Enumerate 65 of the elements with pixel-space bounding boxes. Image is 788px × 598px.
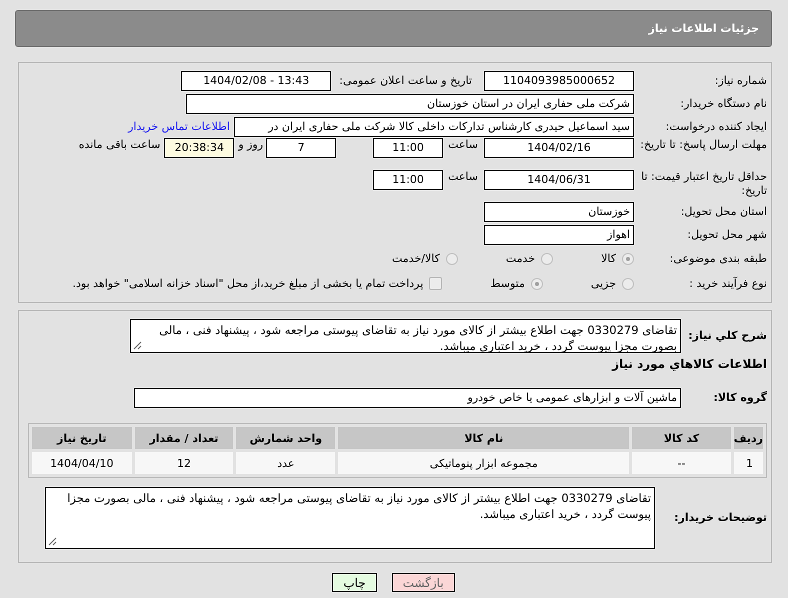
column-header: نام کالا: [338, 427, 630, 449]
table-cell: 1: [734, 452, 763, 474]
validity-time-field: 11:00: [373, 170, 444, 190]
requester-field: سید اسماعیل حیدری کارشناس تدارکات داخلی کالا شرکت ملی حفاری ایران در: [234, 116, 634, 136]
field-label: گروه کالا:: [712, 391, 767, 405]
field-label: ساعت باقی مانده: [78, 138, 160, 151]
table-cell: 12: [134, 452, 234, 474]
field-label: ساعت: [448, 170, 478, 183]
description-text: تقاضای 0330279 جهت اطلاع بیشتر از کالای مورد نیاز به تقاضای پیوستی مراجعه شود ، پیشنهاد فنی ، مالی بصورت مجزا پیوست گردد ، خرید اعتباری میباشد.: [159, 323, 677, 353]
radio-button[interactable]: [622, 252, 634, 264]
field-label: شماره نیاز:: [714, 74, 767, 88]
table-cell: 1404/04/10: [32, 452, 132, 474]
field-label: شهر محل تحویل:: [686, 228, 767, 242]
column-header: کد کالا: [632, 427, 731, 449]
print-button[interactable]: چاپ: [332, 573, 377, 592]
table-cell: عدد: [236, 452, 336, 474]
checkbox[interactable]: [429, 277, 442, 290]
table-cell: مجموعه ابزار پنوماتیکی: [338, 452, 630, 474]
field-label: ساعت: [448, 138, 478, 151]
field-label: ایجاد کننده درخواست:: [664, 120, 767, 134]
radio-button[interactable]: [530, 278, 543, 290]
resize-grip-icon[interactable]: [133, 341, 142, 350]
buyer-notes-field[interactable]: تقاضای 0330279 جهت اطلاع بیشتر از کالای مورد نیاز به تقاضای پیوستی مراجعه شود ، پیشنهاد فنی ، مالی بصورت مجزا پیوست گردد ، خرید اعتباری میباشد.: [45, 487, 655, 549]
column-header: تعداد / مقدار: [134, 427, 234, 449]
option-label: جزیی: [590, 277, 616, 290]
city-field: اهواز: [484, 224, 634, 244]
field-label: توضیحات خریدار:: [673, 511, 767, 525]
field-label: طبقه بندی موضوعی:: [668, 252, 767, 266]
option-label: کالا: [601, 252, 616, 265]
column-header: ردیف: [734, 427, 763, 449]
field-label: استان محل تحویل:: [680, 204, 767, 218]
buyer-org-field: شرکت ملی حفاری ایران در استان خوزستان: [186, 94, 634, 114]
goods-group-field: ماشین آلات و ابزارهای عمومی یا خاص خودرو: [134, 388, 681, 408]
option-label: کالا/خدمت: [392, 252, 440, 265]
deadline-time-field: 11:00: [373, 138, 444, 158]
days-field: 7: [266, 138, 336, 158]
field-label: حداقل تاریخ اعتبار قیمت: تا تاریخ:: [640, 170, 767, 198]
section-heading: اطلاعات كالاهاي مورد نياز: [610, 357, 767, 371]
column-header: واحد شمارش: [236, 427, 336, 449]
radio-button[interactable]: [622, 278, 634, 290]
buyer-notes-text: تقاضای 0330279 جهت اطلاع بیشتر از کالای مورد نیاز به تقاضای پیوستی مراجعه شود ، پیشنهاد فنی ، مالی بصورت مجزا پیوست گردد ، خرید اعتباری میباشد.: [67, 491, 651, 521]
field-label: تاریخ و ساعت اعلان عمومی:: [339, 74, 472, 87]
need-number-field: 1104093985000652: [484, 70, 634, 90]
announce-date-field: 1404/02/08 - 13:43: [181, 70, 332, 90]
option-label: خدمت: [506, 252, 536, 265]
radio-button[interactable]: [446, 252, 458, 264]
remaining-time-field: 20:38:34: [164, 138, 234, 158]
description-field[interactable]: تقاضای 0330279 جهت اطلاع بیشتر از کالای مورد نیاز به تقاضای پیوستی مراجعه شود ، پیشنهاد فنی ، مالی بصورت مجزا پیوست گردد ، خرید اعتباری میباشد.: [130, 319, 681, 353]
validity-date-field: 1404/06/31: [484, 170, 634, 190]
field-label: مهلت ارسال پاسخ: تا تاریخ:: [639, 138, 767, 152]
deadline-date-field: 1404/02/16: [484, 138, 634, 158]
field-label: نام دستگاه خریدار:: [679, 96, 767, 110]
back-button[interactable]: بازگشت: [392, 573, 455, 592]
table-cell: --: [632, 452, 731, 474]
contact-link[interactable]: اطلاعات تماس خریدار: [128, 120, 230, 133]
column-header: تاریخ نیاز: [32, 427, 132, 449]
page-title: جزئیات اطلاعات نیاز: [648, 22, 759, 35]
radio-button[interactable]: [541, 252, 554, 264]
province-field: خوزستان: [484, 202, 634, 222]
resize-grip-icon[interactable]: [48, 537, 57, 546]
field-label: نوع فرآیند خرید :: [688, 276, 767, 290]
checkbox-label: پرداخت تمام یا بخشی از مبلغ خرید،از محل "اسناد خزانه اسلامی" خواهد بود.: [72, 277, 424, 290]
option-label: متوسط: [490, 277, 525, 290]
field-label: شرح کلي نياز:: [687, 329, 767, 343]
field-label: روز و: [238, 138, 264, 151]
